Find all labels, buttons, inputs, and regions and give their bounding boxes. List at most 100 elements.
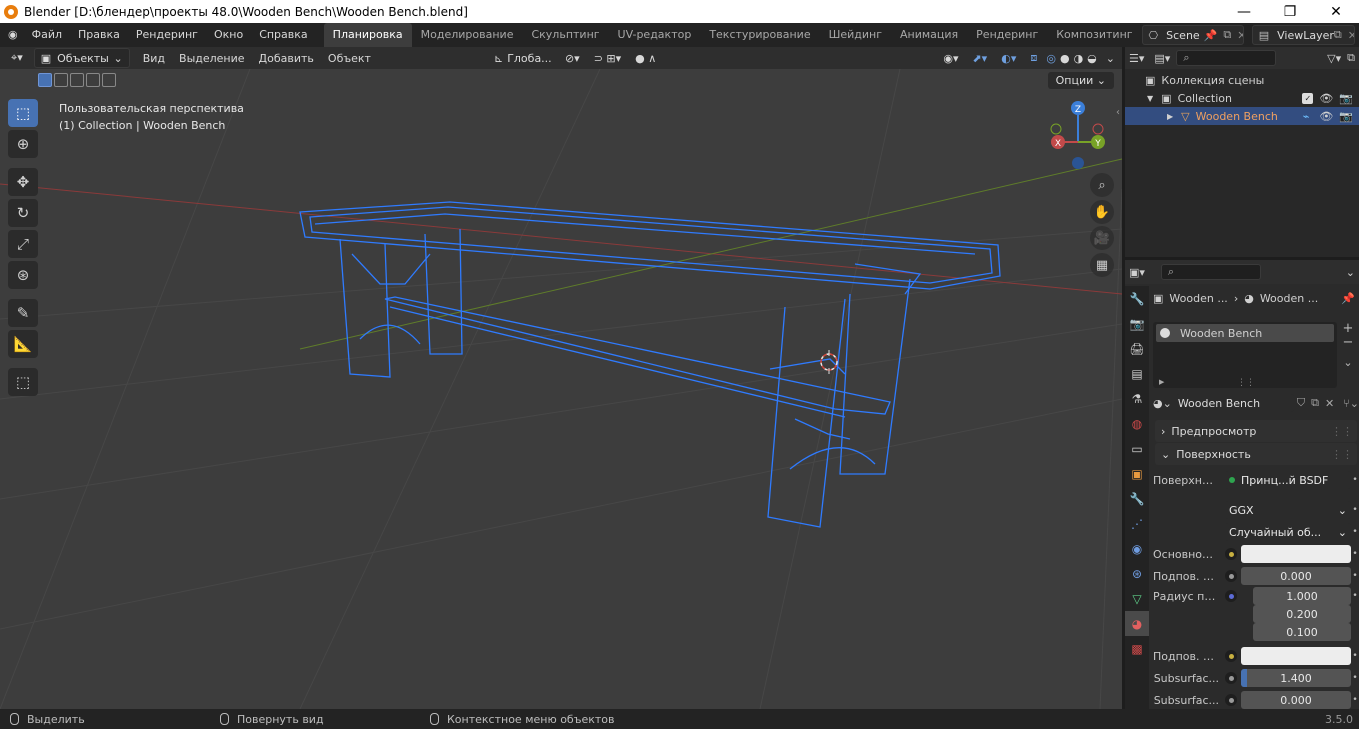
gizmo-icon[interactable]: ⬈▾ [965,52,994,65]
resize-handle[interactable]: ⋮⋮ [1237,378,1255,388]
row-bullet[interactable]: • [1351,475,1359,485]
measure-tool-icon[interactable]: 📐 [8,330,38,358]
row-bullet[interactable]: • [1351,651,1359,661]
subsurface-anisotropy-field[interactable]: 0.000 [1241,691,1351,709]
pin-icon[interactable]: 📌 [1341,292,1355,305]
pan-hand-icon[interactable]: ✋ [1090,200,1114,224]
shading-solid-icon[interactable]: ● [1058,52,1072,65]
view-layer-tab-icon[interactable]: ▤ [1125,361,1149,386]
drag-handle-icon[interactable]: ⋮⋮ [1331,425,1353,438]
tab-modeling[interactable]: Моделирование [412,23,523,47]
preview-panel-header[interactable]: › Предпросмотр ⋮⋮ [1155,420,1357,442]
physics-tab-icon[interactable]: ◉ [1125,536,1149,561]
node-link-icon[interactable]: ⑂⌄ [1343,397,1359,410]
constraints-tab-icon[interactable]: ⊛ [1125,561,1149,586]
row-bullet[interactable]: • [1351,591,1359,601]
close-button[interactable]: ✕ [1313,0,1359,23]
shading-wireframe-icon[interactable]: ◎ [1044,52,1058,65]
bench-wireframe[interactable] [299,201,1001,528]
select-subtract-icon[interactable] [70,73,84,87]
editor-type-icon[interactable]: ⌖▾ [4,51,30,65]
view-layer-selector[interactable]: ▤ ViewLayer ⧉ ✕ [1251,25,1355,45]
new-collection-icon[interactable]: ⧉ [1347,51,1355,65]
remove-slot-button[interactable]: − [1343,336,1354,350]
expand-arrow-icon[interactable]: ▼ [1147,94,1153,103]
subsurface-radius-y[interactable]: 0.200 [1253,605,1351,623]
row-bullet[interactable]: • [1351,505,1359,515]
gizmo-neg-z[interactable] [1072,157,1084,169]
navigation-gizmo[interactable]: Z X Y [1050,101,1105,169]
surface-shader-selector[interactable]: Принц...й BSDF [1225,471,1351,489]
row-bullet[interactable]: • [1351,695,1359,705]
menu-add[interactable]: Добавить [252,52,321,65]
material-browse-icon[interactable]: ◕⌄ [1153,397,1172,410]
tab-animation[interactable]: Анимация [891,23,967,47]
menu-help[interactable]: Справка [251,23,315,47]
row-bullet[interactable]: • [1351,527,1359,537]
camera-view-icon[interactable]: 🎥 [1090,226,1114,250]
camera-icon[interactable]: 📷 [1339,92,1353,105]
display-mode-icon[interactable]: ▤▾ [1154,52,1170,65]
subsurface-radius-x[interactable]: 1.000 [1253,587,1351,605]
scene-tab-icon[interactable]: ⚗ [1125,386,1149,411]
transform-orientation[interactable]: ⊾ Глоба... [487,48,558,68]
particles-tab-icon[interactable]: ⋰ [1125,511,1149,536]
add-slot-button[interactable]: + [1343,322,1354,336]
new-view-layer-icon[interactable]: ⧉ [1334,28,1342,42]
expand-arrow-icon[interactable]: ▶ [1159,378,1164,386]
outliner-row-wooden-bench[interactable]: ▶ ▽ Wooden Bench ⌁ 👁 📷 [1125,107,1359,125]
add-cube-tool-icon[interactable]: ⬚ [8,368,38,396]
delete-scene-icon[interactable]: ✕ [1237,29,1242,42]
subsurface-color-swatch[interactable] [1241,647,1351,665]
pin-icon[interactable]: 📌 [1204,29,1218,42]
select-invert-icon[interactable] [86,73,100,87]
collection-tab-icon[interactable]: ▭ [1125,436,1149,461]
unlink-material-icon[interactable]: ✕ [1325,397,1334,410]
drag-handle-icon[interactable]: ⋮⋮ [1331,448,1353,461]
exclude-checkbox[interactable]: ✓ [1302,92,1314,104]
tab-sculpting[interactable]: Скульптинг [522,23,608,47]
data-tab-icon[interactable]: ▽ [1125,586,1149,611]
properties-search-input[interactable]: ⌕ [1160,264,1261,280]
visibility-icon[interactable]: ◉▾ [936,52,965,65]
minimize-button[interactable]: — [1221,0,1267,23]
eye-icon[interactable]: 👁 [1319,110,1333,123]
distribution-dropdown[interactable]: GGX ⌄ [1225,501,1351,519]
material-slot-list[interactable]: Wooden Bench ▶ ⋮⋮ [1153,322,1337,388]
outliner-row-scene-collection[interactable]: ▣ Коллекция сцены [1125,71,1359,89]
color-socket-icon[interactable] [1225,548,1237,560]
tool-tab-icon[interactable]: 🔧 [1125,286,1149,311]
maximize-button[interactable]: ❐ [1267,0,1313,23]
transform-tool-icon[interactable]: ⊛ [8,261,38,289]
camera-icon[interactable]: 📷 [1339,110,1353,123]
scene-selector[interactable]: ⎔ Scene 📌 ⧉ ✕ [1141,25,1244,45]
select-extend-icon[interactable] [54,73,68,87]
outliner-row-collection[interactable]: ▼ ▣ Collection ✓ 👁 📷 [1125,89,1359,107]
sidebar-toggle-icon[interactable]: ‹ [1116,107,1120,118]
expand-arrow-icon[interactable]: ▶ [1167,112,1173,121]
menu-window[interactable]: Окно [206,23,251,47]
gizmo-neg-x[interactable] [1092,123,1104,135]
tab-compositing[interactable]: Композитинг [1047,23,1141,47]
new-scene-icon[interactable]: ⧉ [1223,28,1231,42]
rotate-tool-icon[interactable]: ↻ [8,199,38,227]
row-bullet[interactable]: • [1351,549,1359,559]
shading-options-icon[interactable]: ⌄ [1099,52,1122,65]
vector-socket-icon[interactable] [1225,590,1237,602]
menu-render[interactable]: Рендеринг [128,23,206,47]
xray-icon[interactable]: ⧈ [1023,51,1044,65]
surface-panel-header[interactable]: ⌄ Поверхность ⋮⋮ [1155,443,1357,465]
object-tab-icon[interactable]: ▣ [1125,461,1149,486]
duplicate-material-icon[interactable]: ⧉ [1311,396,1319,410]
value-socket-icon[interactable] [1225,570,1237,582]
tab-layout[interactable]: Планировка [323,23,412,47]
proportional-edit-icon[interactable]: ● ∧ [628,52,663,65]
filter-icon[interactable]: ▽▾ [1327,52,1341,65]
subsurface-method-dropdown[interactable]: Случайный об... ⌄ [1225,523,1351,541]
3d-viewport[interactable]: Z X Y Опции ⌄ Пользовательская перспекти… [0,69,1122,709]
menu-file[interactable]: Файл [24,23,70,47]
value-socket-icon[interactable] [1225,694,1237,706]
slot-menu-icon[interactable]: ⌄ [1343,356,1352,369]
material-slot-item[interactable]: Wooden Bench [1156,324,1334,342]
subsurface-field[interactable]: 0.000 [1241,567,1351,585]
